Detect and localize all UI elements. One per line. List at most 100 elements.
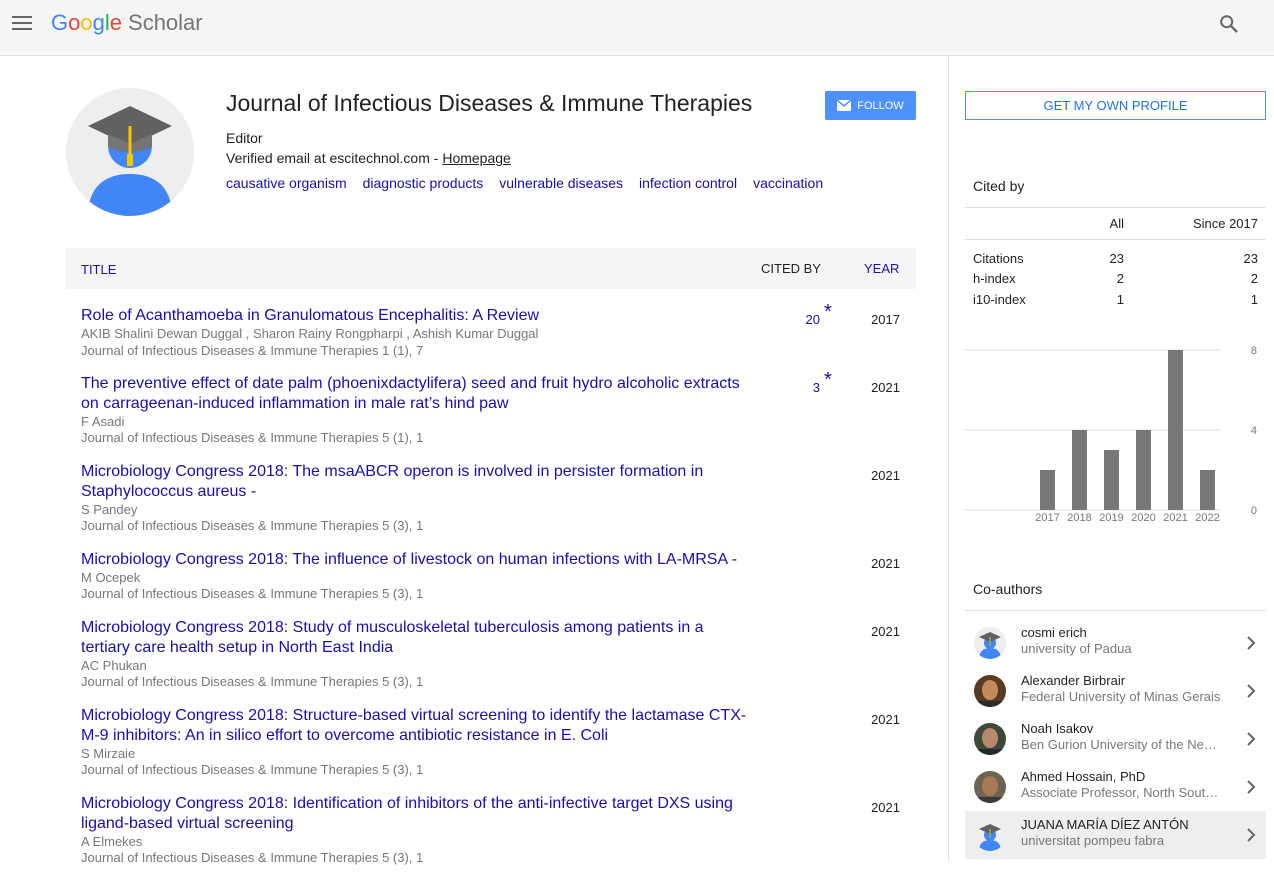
cited-by-count[interactable]: 3 xyxy=(766,380,820,395)
divider xyxy=(965,207,1266,208)
article-year: 2021 xyxy=(871,380,900,395)
articles-table-header: TITLE CITED BY YEAR xyxy=(66,248,916,289)
homepage-link[interactable]: Homepage xyxy=(442,150,511,166)
coauthors-title: Co-authors xyxy=(973,581,1043,597)
placeholder-avatar-icon xyxy=(66,88,194,216)
coauthor-name: cosmi erich xyxy=(1021,625,1087,640)
article-year: 2021 xyxy=(871,468,900,483)
article-title[interactable]: Microbiology Congress 2018: The msaABCR … xyxy=(81,462,761,502)
interest-link[interactable]: vulnerable diseases xyxy=(499,175,623,191)
y-tick-label: 4 xyxy=(1251,425,1257,437)
chevron-right-icon xyxy=(1247,684,1256,698)
article-venue: Journal of Infectious Diseases & Immune … xyxy=(81,586,424,601)
email-text: Verified email at escitechnol.com - xyxy=(226,150,443,166)
article-year: 2021 xyxy=(871,800,900,815)
envelope-icon xyxy=(837,100,852,111)
search-icon[interactable] xyxy=(1218,13,1240,35)
interest-link[interactable]: infection control xyxy=(639,175,737,191)
photo-avatar xyxy=(974,675,1006,707)
article-title[interactable]: Microbiology Congress 2018: Identificati… xyxy=(81,794,761,834)
photo-avatar xyxy=(974,771,1006,803)
profile-affiliation: Editor xyxy=(226,130,263,146)
metric-label: Citations xyxy=(973,251,1024,266)
coauthor-affiliation: Ben Gurion University of the Negev xyxy=(1021,737,1221,752)
sort-by-cited[interactable]: CITED BY xyxy=(761,261,821,276)
menu-icon[interactable] xyxy=(12,14,34,32)
coauthor-affiliation: university of Padua xyxy=(1021,641,1132,656)
chart-bar[interactable] xyxy=(1136,430,1151,510)
article-title[interactable]: The preventive effect of date palm (phoe… xyxy=(81,374,761,414)
x-tick-label: 2020 xyxy=(1131,512,1155,524)
article-authors: M Ocepek xyxy=(81,570,141,585)
article-venue: Journal of Infectious Diseases & Immune … xyxy=(81,850,424,865)
article-authors: S Mirzaie xyxy=(81,746,136,761)
article-authors: A Elmekes xyxy=(81,834,143,849)
metric-label: i10-index xyxy=(973,292,1026,307)
cited-by-title: Cited by xyxy=(973,178,1025,194)
top-bar: Google Scholar xyxy=(0,0,1274,56)
article-venue: Journal of Infectious Diseases & Immune … xyxy=(81,518,424,533)
get-my-own-profile-button[interactable]: GET MY OWN PROFILE xyxy=(965,91,1266,120)
article-year: 2021 xyxy=(871,624,900,639)
y-tick-label: 0 xyxy=(1251,505,1257,517)
coauthor-item[interactable]: cosmi erich university of Padua xyxy=(965,619,1266,667)
coauthor-item[interactable]: Noah Isakov Ben Gurion University of the… xyxy=(965,715,1266,763)
merged-citation-star[interactable]: * xyxy=(824,301,832,324)
google-scholar-logo[interactable]: Google Scholar xyxy=(51,10,203,36)
interest-link[interactable]: vaccination xyxy=(753,175,823,191)
merged-citation-star[interactable]: * xyxy=(824,369,832,392)
column-divider xyxy=(948,56,949,861)
chart-bar[interactable] xyxy=(1168,350,1183,510)
col-all: All xyxy=(1109,216,1124,231)
coauthor-item[interactable]: Ahmed Hossain, PhD Associate Professor, … xyxy=(965,763,1266,811)
follow-label: FOLLOW xyxy=(857,99,904,112)
article-venue: Journal of Infectious Diseases & Immune … xyxy=(81,430,424,445)
x-tick-label: 2018 xyxy=(1067,512,1091,524)
chart-bar[interactable] xyxy=(1200,470,1215,510)
article-venue: Journal of Infectious Diseases & Immune … xyxy=(81,343,424,358)
article-authors: AC Phukan xyxy=(81,658,147,673)
y-tick-label: 8 xyxy=(1251,345,1257,357)
metric-since: 23 xyxy=(1243,251,1258,266)
sort-by-title[interactable]: TITLE xyxy=(81,262,116,277)
profile-email: Verified email at escitechnol.com - Home… xyxy=(226,150,511,166)
coauthor-name: Alexander Birbrair xyxy=(1021,673,1126,688)
cited-by-count[interactable]: 20 xyxy=(766,312,820,327)
article-title[interactable]: Microbiology Congress 2018: Structure-ba… xyxy=(81,706,761,746)
placeholder-avatar xyxy=(974,627,1006,659)
col-since: Since 2017 xyxy=(1192,216,1258,231)
article-authors: S Pandey xyxy=(81,502,138,517)
article-title[interactable]: Microbiology Congress 2018: The influenc… xyxy=(81,550,761,570)
chevron-right-icon xyxy=(1247,828,1256,842)
x-tick-label: 2022 xyxy=(1195,512,1219,524)
article-title[interactable]: Role of Acanthamoeba in Granulomatous En… xyxy=(81,306,761,326)
article-venue: Journal of Infectious Diseases & Immune … xyxy=(81,762,424,777)
placeholder-avatar xyxy=(974,819,1006,851)
article-authors: F Asadi xyxy=(81,414,125,429)
article-title[interactable]: Microbiology Congress 2018: Study of mus… xyxy=(81,618,761,658)
coauthor-affiliation: Associate Professor, North South Univers… xyxy=(1021,785,1221,800)
interest-link[interactable]: causative organism xyxy=(226,175,347,191)
chevron-right-icon xyxy=(1247,636,1256,650)
x-tick-label: 2017 xyxy=(1035,512,1059,524)
sort-by-year[interactable]: YEAR xyxy=(864,261,899,276)
chart-bar[interactable] xyxy=(1104,450,1119,510)
follow-button[interactable]: FOLLOW xyxy=(825,91,916,120)
article-year: 2017 xyxy=(871,312,900,327)
divider xyxy=(965,610,1266,611)
coauthor-name: JUANA MARÍA DÍEZ ANTÓN xyxy=(1021,817,1189,832)
citations-per-year-chart: 0 4 8 2017 2018 2019 2020 2021 2022 xyxy=(965,345,1257,524)
metric-all: 1 xyxy=(1116,292,1124,307)
coauthor-item[interactable]: JUANA MARÍA DÍEZ ANTÓN universitat pompe… xyxy=(965,811,1266,859)
profile-name: Journal of Infectious Diseases & Immune … xyxy=(226,90,753,116)
chart-bar[interactable] xyxy=(1072,430,1087,510)
metric-since: 2 xyxy=(1250,271,1258,286)
interest-link[interactable]: diagnostic products xyxy=(363,175,484,191)
coauthor-name: Ahmed Hossain, PhD xyxy=(1021,769,1146,784)
chart-bar[interactable] xyxy=(1040,470,1055,510)
coauthor-name: Noah Isakov xyxy=(1021,721,1094,736)
article-year: 2021 xyxy=(871,712,900,727)
chevron-right-icon xyxy=(1247,780,1256,794)
coauthor-item[interactable]: Alexander Birbrair Federal University of… xyxy=(965,667,1266,715)
divider xyxy=(965,239,1266,240)
